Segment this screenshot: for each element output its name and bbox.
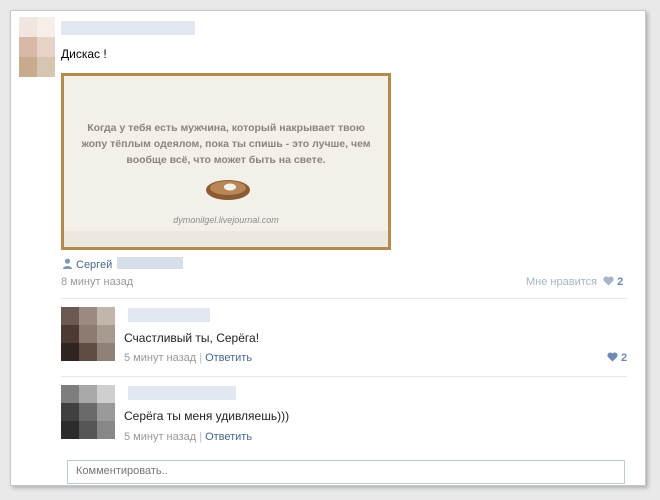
comment-divider bbox=[61, 376, 627, 377]
comment-avatar[interactable] bbox=[61, 385, 115, 439]
comment-time[interactable]: 5 минут назад bbox=[124, 352, 196, 364]
heart-icon bbox=[607, 352, 618, 362]
comment-time[interactable]: 5 минут назад bbox=[124, 431, 196, 443]
comment-meta: 5 минут назад | Ответить bbox=[124, 352, 252, 364]
post-author-avatar[interactable] bbox=[19, 17, 55, 77]
post-divider bbox=[61, 298, 627, 299]
image-watermark: dymonilgel.livejournal.com bbox=[173, 215, 279, 225]
post-author-first-name[interactable]: Сергей bbox=[76, 259, 112, 271]
comment-input-box[interactable] bbox=[67, 460, 625, 484]
shell-icon bbox=[206, 180, 250, 200]
comment-meta: 5 минут назад | Ответить bbox=[124, 431, 252, 443]
reply-link[interactable]: Ответить bbox=[205, 352, 252, 364]
like-count: 2 bbox=[617, 276, 624, 288]
comment-like-button[interactable]: 2 bbox=[604, 352, 627, 364]
post-author-surname[interactable] bbox=[117, 257, 183, 269]
comment-text: Счастливый ты, Серёга! bbox=[124, 331, 260, 345]
comment-author-name[interactable] bbox=[128, 386, 236, 400]
comment-text: Серёга ты меня удивляешь))) bbox=[124, 409, 290, 423]
comment-author-name[interactable] bbox=[128, 308, 210, 322]
meta-separator: | bbox=[199, 431, 203, 443]
post-text: Дискас ! bbox=[61, 47, 107, 61]
meta-separator: | bbox=[199, 352, 203, 364]
heart-icon bbox=[603, 276, 614, 286]
image-bottom-strip bbox=[64, 231, 388, 247]
reply-link[interactable]: Ответить bbox=[205, 431, 252, 443]
like-label: Мне нравится bbox=[526, 276, 598, 288]
comment-input[interactable] bbox=[74, 464, 618, 478]
post-time[interactable]: 8 минут назад bbox=[61, 276, 133, 288]
post-author-line[interactable]: Сергей bbox=[62, 258, 112, 271]
like-count: 2 bbox=[621, 352, 628, 364]
post-image[interactable]: Когда у тебя есть мужчина, который накры… bbox=[61, 73, 391, 250]
post-author-name[interactable] bbox=[61, 21, 195, 35]
post-card: Дискас ! Когда у тебя есть мужчина, кото… bbox=[10, 10, 646, 486]
comment-avatar[interactable] bbox=[61, 307, 115, 361]
person-icon bbox=[63, 258, 72, 269]
image-caption: Когда у тебя есть мужчина, который накры… bbox=[81, 122, 371, 166]
post-like-button[interactable]: Мне нравится 2 bbox=[526, 276, 623, 288]
